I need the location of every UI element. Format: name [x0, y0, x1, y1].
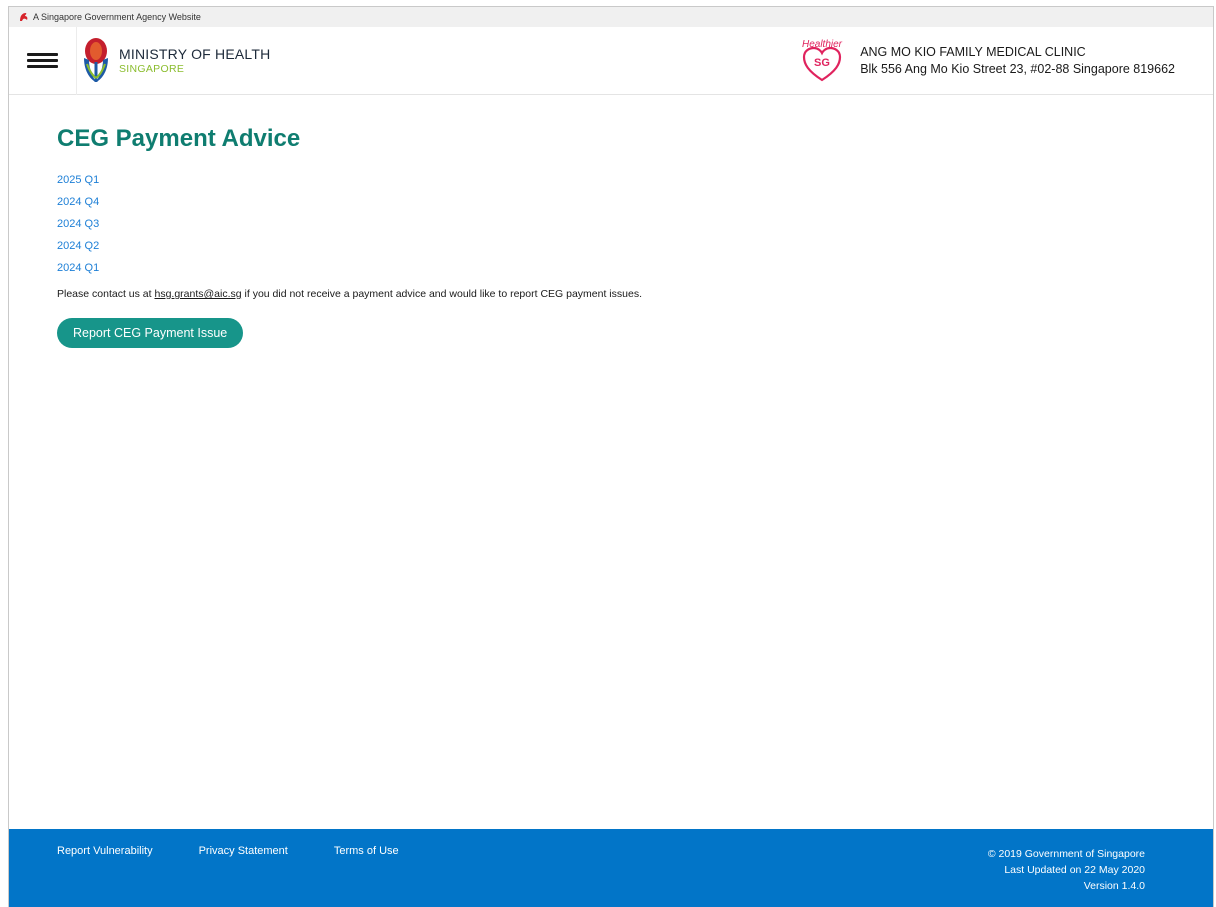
footer-link-report-vulnerability[interactable]: Report Vulnerability: [57, 845, 153, 857]
quarter-link[interactable]: 2024 Q2: [57, 240, 99, 252]
ministry-title: MINISTRY OF HEALTH: [119, 46, 271, 63]
footer-meta: © 2019 Government of Singapore Last Upda…: [988, 846, 1145, 894]
footer-links: Report Vulnerability Privacy Statement T…: [57, 845, 445, 857]
list-item: 2024 Q4: [57, 191, 1213, 213]
clinic-address: Blk 556 Ang Mo Kio Street 23, #02-88 Sin…: [860, 62, 1175, 76]
list-item: 2024 Q1: [57, 257, 1213, 279]
gov-masthead: A Singapore Government Agency Website: [9, 7, 1213, 27]
payment-advice-list: 2025 Q1 2024 Q4 2024 Q3 2024 Q2 2024 Q1: [57, 169, 1213, 279]
clinic-name: ANG MO KIO FAMILY MEDICAL CLINIC: [860, 45, 1086, 60]
footer-link-privacy-statement[interactable]: Privacy Statement: [199, 845, 288, 857]
contact-note: Please contact us at hsg.grants@aic.sg i…: [57, 288, 1213, 300]
healthier-sg-heart-icon: Healthier SG: [802, 39, 843, 82]
clinic-info: Healthier SG ANG MO KIO FAMILY MEDICAL C…: [794, 38, 1175, 84]
contact-suffix: if you did not receive a payment advice …: [241, 288, 642, 300]
lion-icon: [20, 13, 28, 21]
report-ceg-payment-issue-button[interactable]: Report CEG Payment Issue: [57, 318, 244, 348]
quarter-link[interactable]: 2024 Q3: [57, 218, 99, 230]
moh-crest-icon: [84, 37, 108, 82]
contact-email-link[interactable]: hsg.grants@aic.sg: [154, 288, 241, 300]
quarter-link[interactable]: 2025 Q1: [57, 174, 99, 186]
list-item: 2024 Q3: [57, 213, 1213, 235]
hamburger-menu-icon[interactable]: [9, 26, 77, 95]
top-navbar: MINISTRY OF HEALTH SINGAPORE Healthier S…: [9, 26, 1213, 95]
main-content: CEG Payment Advice 2025 Q1 2024 Q4 2024 …: [9, 95, 1213, 348]
footer-link-terms-of-use[interactable]: Terms of Use: [334, 845, 399, 857]
healthier-logo-sg: SG: [814, 57, 830, 69]
page-title: CEG Payment Advice: [57, 125, 301, 152]
ministry-subtitle: SINGAPORE: [119, 62, 185, 75]
version-text: Version 1.4.0: [1083, 880, 1145, 892]
last-updated-text: Last Updated on 22 May 2020: [1004, 864, 1145, 876]
site-footer: Report Vulnerability Privacy Statement T…: [9, 829, 1213, 907]
healthier-logo-text: Healthier: [802, 39, 843, 50]
moh-logo[interactable]: MINISTRY OF HEALTH SINGAPORE: [81, 36, 270, 86]
list-item: 2025 Q1: [57, 169, 1213, 191]
quarter-link[interactable]: 2024 Q1: [57, 262, 99, 274]
page-frame: A Singapore Government Agency Website MI…: [8, 6, 1214, 907]
copyright-text: © 2019 Government of Singapore: [987, 848, 1145, 860]
contact-prefix: Please contact us at: [57, 288, 155, 300]
list-item: 2024 Q2: [57, 235, 1213, 257]
masthead-text: A Singapore Government Agency Website: [33, 12, 201, 22]
quarter-link[interactable]: 2024 Q4: [57, 196, 99, 208]
